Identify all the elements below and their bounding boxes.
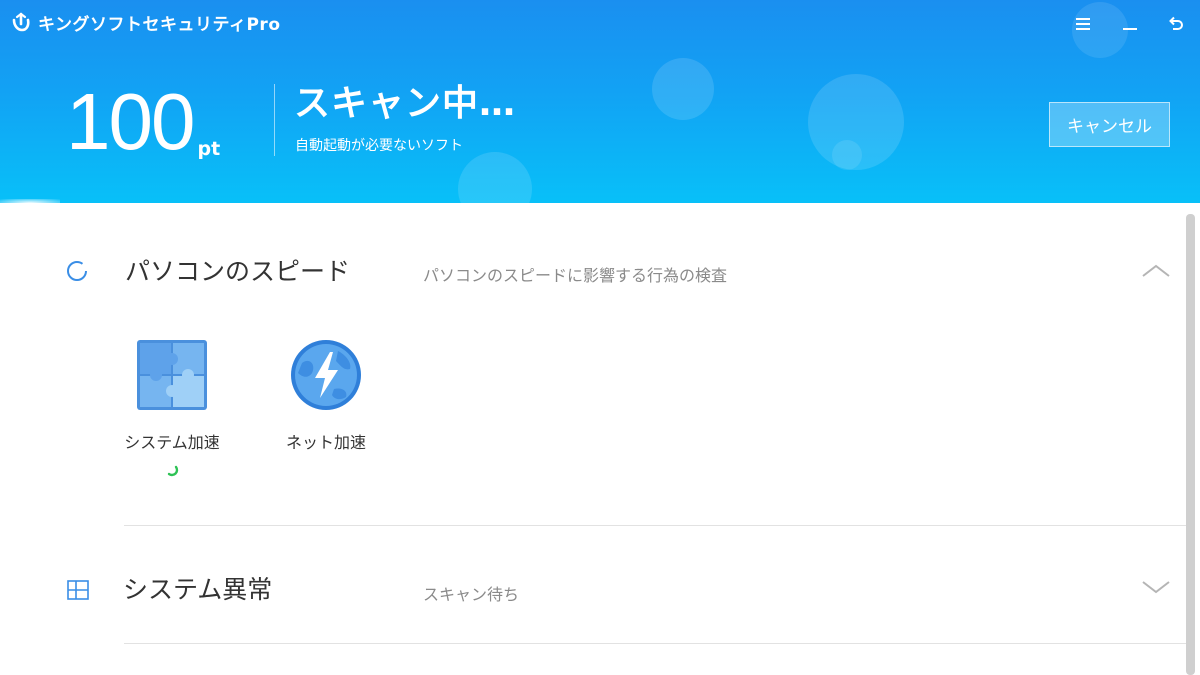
minimize-icon [1123,28,1137,30]
section-divider [124,525,1186,526]
cancel-button[interactable]: キャンセル [1049,102,1170,147]
item-system-accel[interactable]: システム加速 [102,339,242,481]
scan-status-subtitle: 自動起動が必要ないソフト [295,138,463,154]
item-net-accel[interactable]: ネット加速 [256,339,396,453]
menu-icon [1076,18,1090,30]
section-title: システム異常 [123,575,273,604]
item-label: システム加速 [124,433,220,452]
section-description: パソコンのスピードに影響する行為の検査 [423,266,728,285]
circle-icon [67,261,87,281]
decor-bubble [832,140,862,170]
scrollbar[interactable] [1186,214,1195,675]
score-value: 100 [66,77,195,166]
app-logo-icon [12,12,30,32]
score-display: 100 pt [66,82,220,162]
back-icon [1169,16,1183,30]
item-label: ネット加速 [285,433,366,452]
minimize-button[interactable] [1117,11,1143,37]
scan-status-title: スキャン中… [294,83,517,124]
globe-lightning-icon [291,340,361,410]
app-title: キングソフトセキュリティPro [38,14,281,35]
section-description: スキャン待ち [423,585,520,604]
back-button[interactable] [1163,11,1189,37]
section-divider [124,643,1186,644]
menu-button[interactable] [1070,11,1096,37]
title-bar: キングソフトセキュリティPro [10,10,281,35]
decor-bubble [652,58,714,120]
decor-bubble [458,152,532,203]
loading-spinner-icon [167,465,179,477]
chevron-down-icon[interactable] [1141,578,1171,596]
header-banner: キングソフトセキュリティPro 100 pt スキャン中… 自動起動が必要ないソ… [0,0,1200,203]
puzzle-icon [137,340,207,410]
header-divider [274,84,275,156]
section-title: パソコンのスピード [125,257,351,286]
chevron-up-icon[interactable] [1141,262,1171,280]
score-unit: pt [197,138,221,160]
windows-icon [67,580,89,600]
